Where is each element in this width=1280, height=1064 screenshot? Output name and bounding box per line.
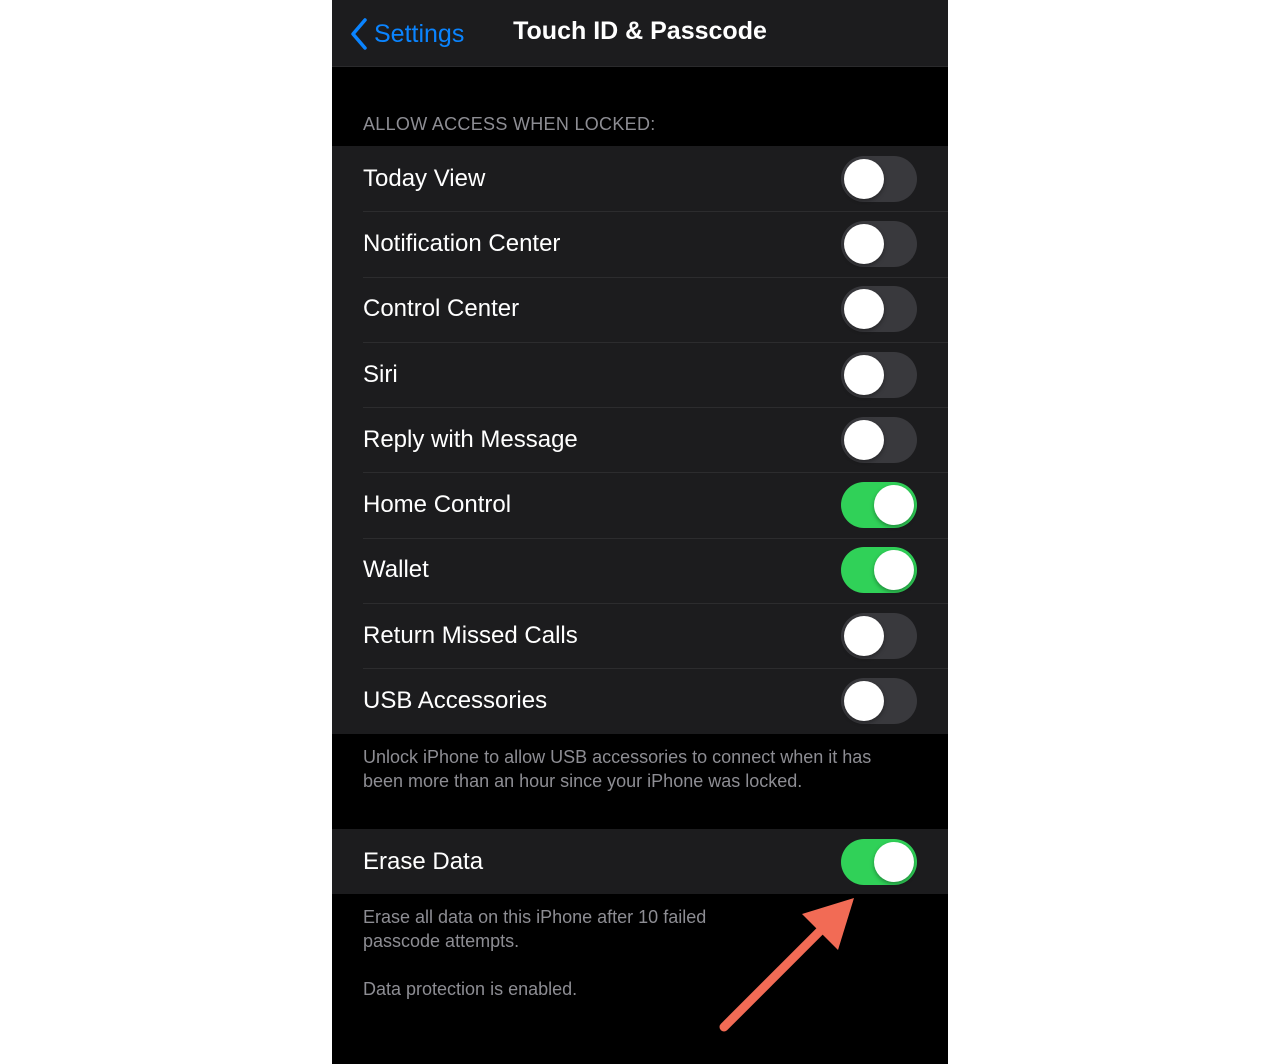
data-protection-note: Data protection is enabled.	[363, 979, 578, 999]
access-list: Today View Notification Center Control C…	[332, 146, 948, 734]
today-view-toggle[interactable]	[841, 155, 917, 202]
row-label: Wallet	[363, 556, 429, 584]
row-label: Siri	[363, 360, 398, 388]
erase-data-toggle[interactable]	[841, 838, 917, 885]
list-item-notification-center: Notification Center	[332, 211, 948, 276]
reply-with-message-toggle[interactable]	[841, 416, 917, 463]
list-item-siri: Siri	[332, 341, 948, 407]
toggle-knob	[844, 419, 884, 460]
row-label: Home Control	[363, 491, 512, 519]
toggle-knob	[874, 841, 914, 882]
usb-accessories-toggle[interactable]	[841, 678, 917, 725]
toggle-knob	[844, 681, 884, 722]
section-header: ALLOW ACCESS WHEN LOCKED:	[363, 114, 656, 134]
row-label: Reply with Message	[363, 425, 578, 453]
usb-footer-note: Unlock iPhone to allow USB accessories t…	[363, 747, 872, 791]
row-label: Control Center	[363, 295, 520, 323]
control-center-toggle[interactable]	[841, 286, 917, 333]
toggle-knob	[844, 289, 884, 330]
row-label: Erase Data	[363, 847, 484, 875]
erase-footer-note: Erase all data on this iPhone after 10 f…	[363, 907, 707, 951]
erase-data-group: Erase Data	[332, 829, 948, 895]
list-item-today-view: Today View	[332, 146, 948, 211]
list-item-control-center: Control Center	[332, 276, 948, 342]
list-item-wallet: Wallet	[332, 537, 948, 603]
settings-screen: Settings Touch ID & Passcode ALLOW ACCES…	[332, 0, 948, 1064]
list-item-return-missed-calls: Return Missed Calls	[332, 603, 948, 668]
list-item-usb-accessories: USB Accessories	[332, 668, 948, 733]
toggle-knob	[844, 158, 884, 199]
page-title: Touch ID & Passcode	[513, 17, 767, 45]
return-missed-calls-toggle[interactable]	[841, 612, 917, 659]
siri-toggle[interactable]	[841, 351, 917, 398]
notification-center-toggle[interactable]	[841, 220, 917, 267]
row-label: USB Accessories	[363, 687, 548, 715]
row-label: Return Missed Calls	[363, 621, 578, 649]
list-item-home-control: Home Control	[332, 472, 948, 537]
list-item-reply-with-message: Reply with Message	[332, 407, 948, 472]
row-label: Notification Center	[363, 229, 561, 257]
list-item-erase-data: Erase Data	[332, 829, 948, 894]
home-control-toggle[interactable]	[841, 482, 917, 529]
toggle-knob	[844, 615, 884, 656]
navigation-bar: Settings Touch ID & Passcode	[332, 0, 948, 67]
toggle-knob	[844, 354, 884, 395]
toggle-knob	[874, 550, 914, 591]
toggle-knob	[874, 485, 914, 526]
toggle-knob	[844, 223, 884, 264]
row-label: Today View	[363, 164, 486, 192]
wallet-toggle[interactable]	[841, 547, 917, 594]
